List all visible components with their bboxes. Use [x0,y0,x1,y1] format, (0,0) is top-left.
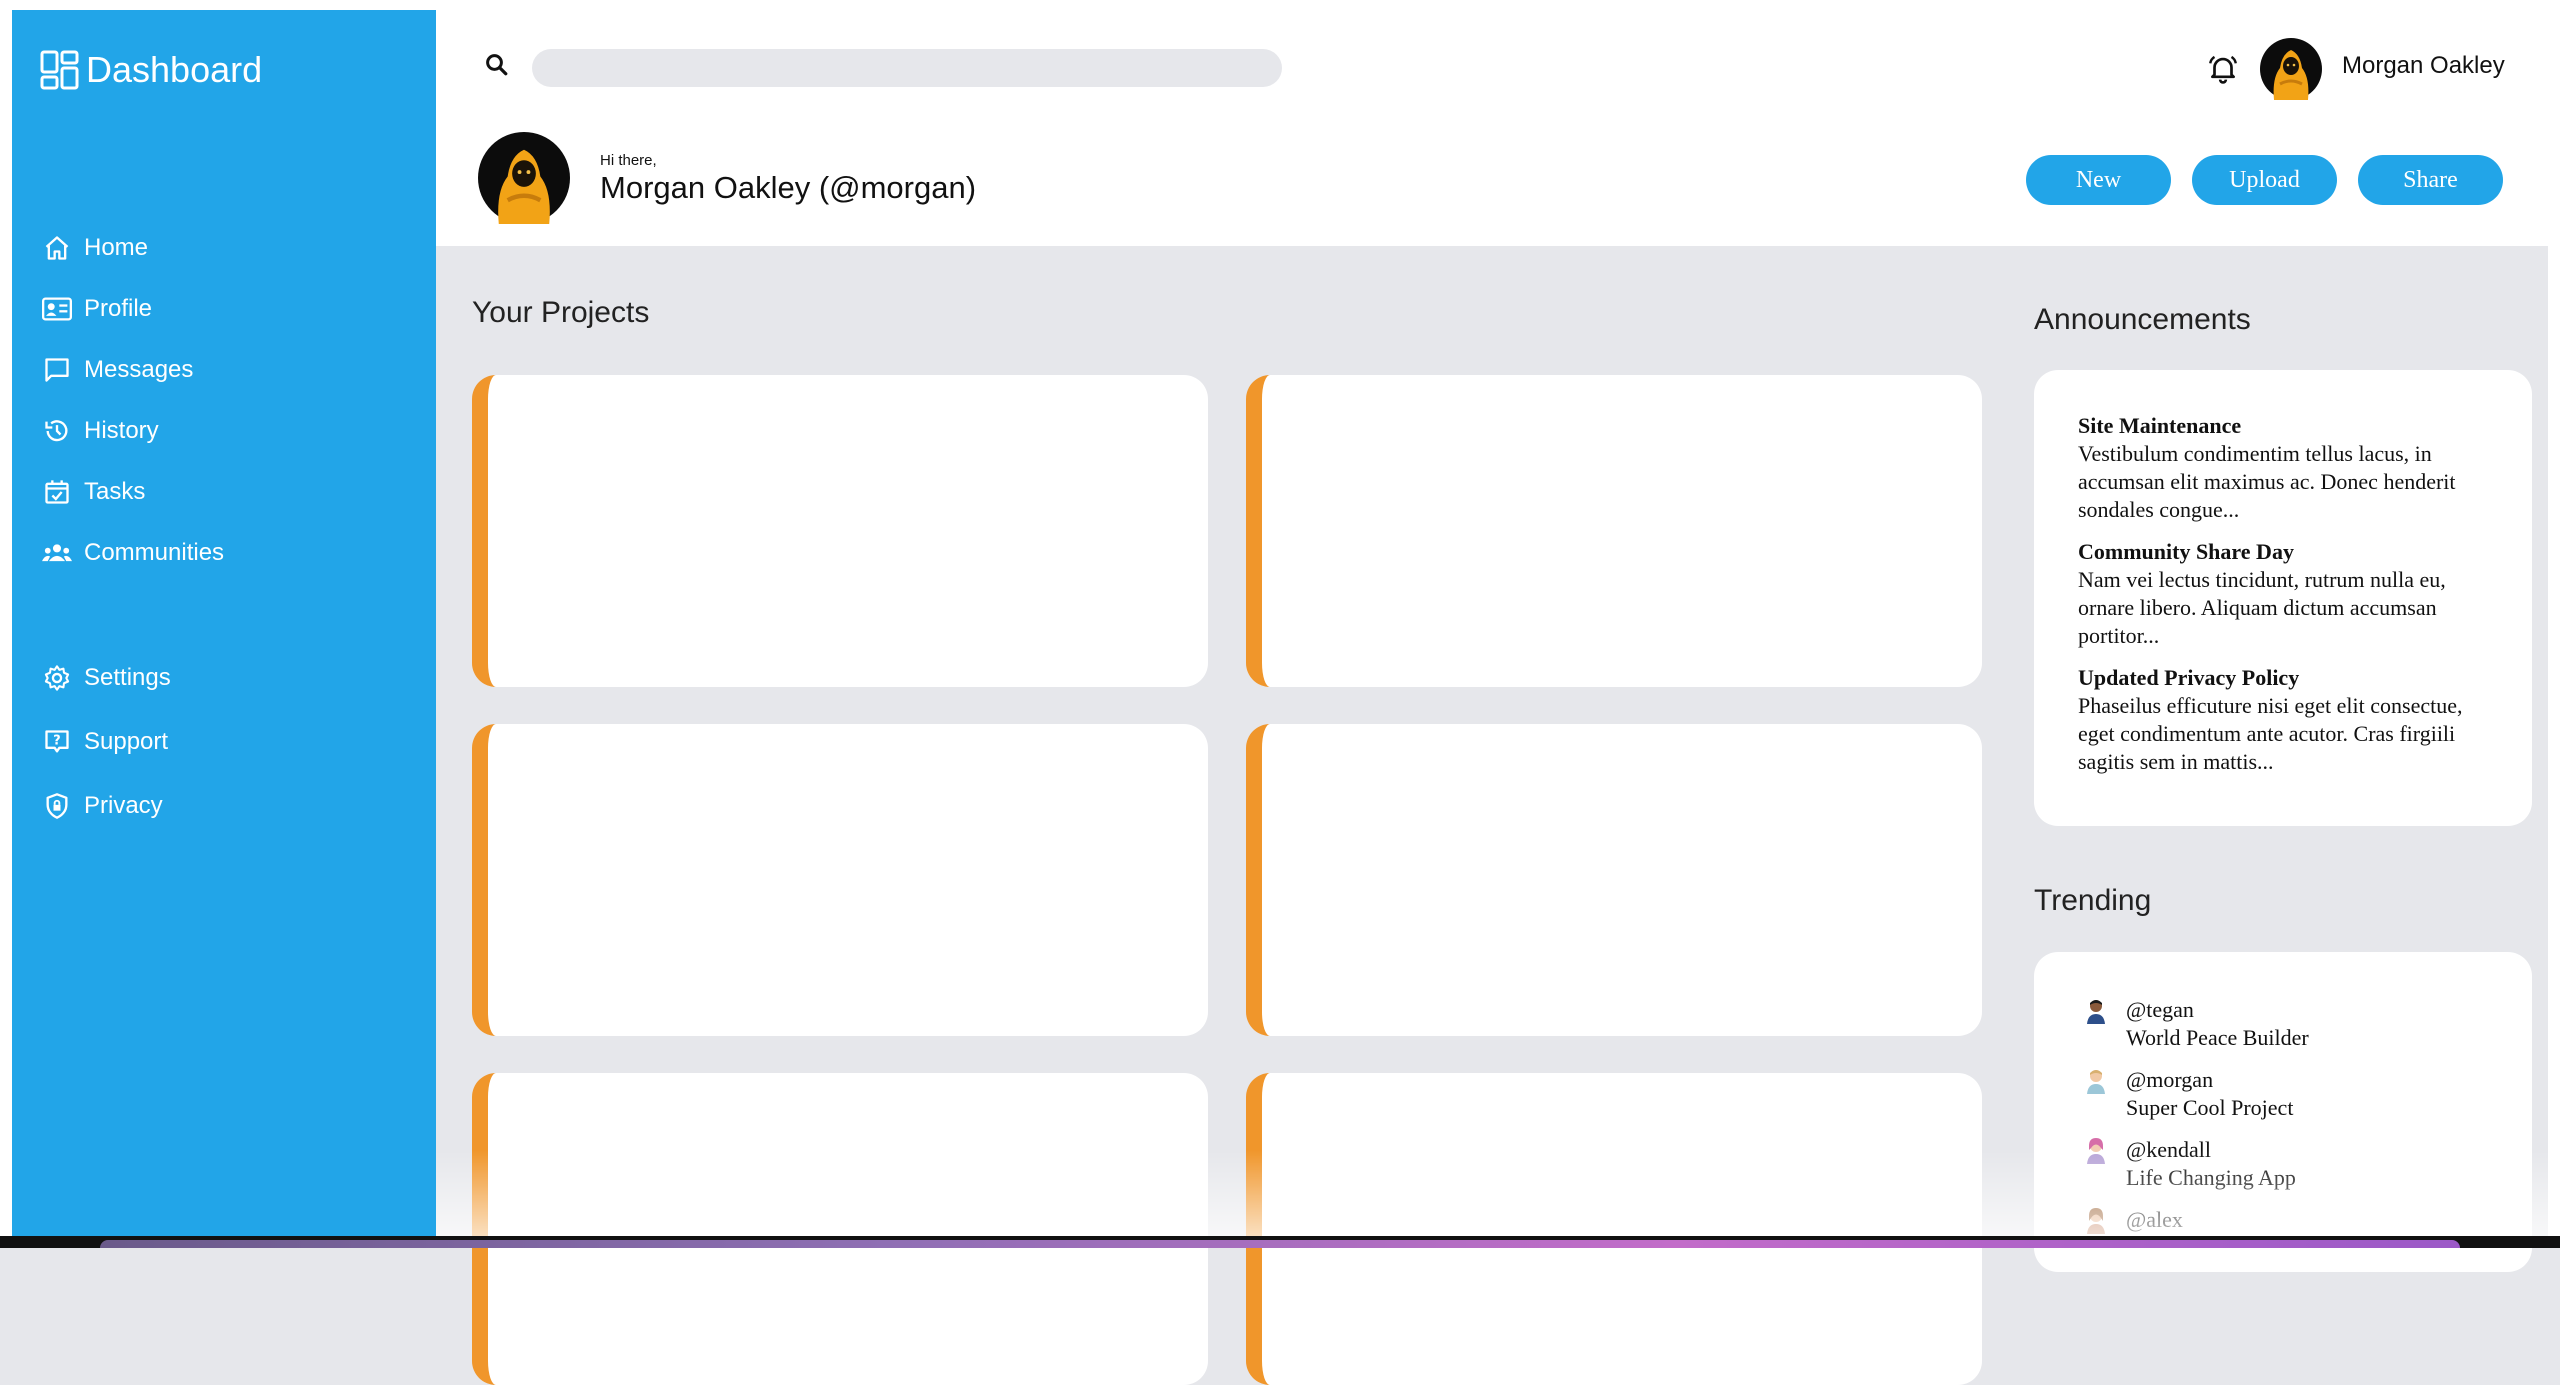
project-card[interactable] [1246,724,1982,1036]
bell-icon[interactable] [2206,52,2240,86]
avatar [2082,1066,2110,1094]
new-button[interactable]: New [2026,155,2171,205]
sidebar-item-label: Privacy [84,792,163,819]
trending-handle: @kendall [2126,1137,2212,1162]
dock-edge [100,1240,2460,1248]
avatar [2082,1206,2110,1234]
announcement-item[interactable]: Updated Privacy Policy Phaseilus efficut… [2078,664,2498,776]
sidebar-item-label: Messages [84,356,194,383]
trending-panel: @tegan World Peace Builder @morgan Super… [2034,952,2532,1272]
sidebar-item-privacy[interactable]: Privacy [40,786,420,826]
sidebar-item-label: Home [84,234,149,261]
primary-nav: Home Profile Messages History Tasks Comm… [40,228,420,573]
trending-project: Super Cool Project [2126,1095,2294,1120]
avatar [2082,1136,2110,1164]
announcement-body: Nam vei lectus tincidunt, rutrum nulla e… [2078,567,2446,648]
trending-item[interactable]: @kendall Life Changing App [2082,1136,2502,1192]
brand-label: Dashboard [86,49,263,90]
main-content: Your Projects Announcements Site Mainten… [436,246,2548,1385]
people-icon [40,536,74,570]
brand[interactable]: Dashboard [40,40,262,100]
sidebar-item-label: Settings [84,664,171,691]
trending-item[interactable]: @tegan World Peace Builder [2082,996,2502,1052]
message-icon [40,353,74,387]
project-card[interactable] [472,724,1208,1036]
gear-icon [40,661,74,695]
project-card[interactable] [1246,1073,1982,1385]
id-card-icon [40,292,74,326]
sidebar-item-label: Support [84,728,169,755]
project-card[interactable] [472,375,1208,687]
search-icon[interactable] [482,50,512,80]
calendar-check-icon [40,475,74,509]
announcement-body: Phaseilus efficuture nisi eget elit cons… [2078,693,2463,774]
announcements-title: Announcements [2034,303,2251,336]
sidebar-item-label: Profile [84,295,153,322]
announcement-item[interactable]: Community Share Day Nam vei lectus tinci… [2078,538,2498,650]
announcement-title: Updated Privacy Policy [2078,665,2300,690]
sidebar-item-communities[interactable]: Communities [40,533,420,573]
sidebar-item-profile[interactable]: Profile [40,289,420,329]
app-window: Dashboard Home Profile Messages History … [0,0,2560,1385]
profile-avatar [478,132,570,224]
sidebar-item-label: Tasks [84,478,146,505]
sidebar-item-settings[interactable]: Settings [40,658,420,698]
trending-item[interactable]: @alex [2082,1206,2502,1234]
share-button[interactable]: Share [2358,155,2503,205]
secondary-nav: Settings ? Support Privacy [40,658,420,826]
svg-text:?: ? [53,733,60,748]
trending-item[interactable]: @morgan Super Cool Project [2082,1066,2502,1122]
sidebar-item-history[interactable]: History [40,411,420,451]
avatar[interactable] [2260,38,2322,100]
trending-handle: @tegan [2126,997,2194,1022]
projects-title: Your Projects [472,296,650,329]
history-icon [40,414,74,448]
project-card[interactable] [472,1073,1208,1385]
trending-handle: @morgan [2126,1067,2214,1092]
help-icon: ? [40,725,74,759]
sidebar-item-support[interactable]: ? Support [40,722,420,762]
announcements-panel: Site Maintenance Vestibulum condimentim … [2034,370,2532,826]
scroll-gutter [2548,0,2560,1236]
dashboard-icon [40,50,80,90]
top-bar: Morgan Oakley [436,0,2548,138]
sidebar-item-label: Communities [84,539,225,566]
shield-lock-icon [40,789,74,823]
upload-button[interactable]: Upload [2192,155,2337,205]
trending-title: Trending [2034,884,2152,917]
search-input[interactable] [532,49,1282,87]
user-name[interactable]: Morgan Oakley [2342,52,2505,80]
avatar [2082,996,2110,1024]
greeting-text: Hi there, [600,152,657,169]
announcement-item[interactable]: Site Maintenance Vestibulum condimentim … [2078,412,2498,524]
trending-handle: @alex [2126,1207,2183,1232]
sidebar-item-messages[interactable]: Messages [40,350,420,390]
sidebar: Dashboard Home Profile Messages History … [12,10,436,1236]
trending-project: World Peace Builder [2126,1025,2309,1050]
sidebar-item-home[interactable]: Home [40,228,420,268]
announcement-body: Vestibulum condimentim tellus lacus, in … [2078,441,2456,522]
announcement-title: Community Share Day [2078,539,2294,564]
sidebar-item-tasks[interactable]: Tasks [40,472,420,512]
announcement-title: Site Maintenance [2078,413,2242,438]
trending-project: Life Changing App [2126,1165,2296,1190]
sidebar-item-label: History [84,417,159,444]
project-card[interactable] [1246,375,1982,687]
profile-name: Morgan Oakley (@morgan) [600,170,977,205]
home-icon [40,231,74,265]
